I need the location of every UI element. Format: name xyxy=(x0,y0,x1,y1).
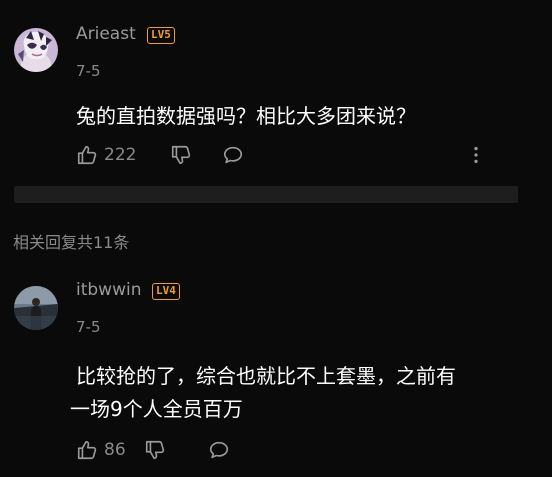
comment-text-line: 一场9个人全员百万 xyxy=(70,397,243,421)
section-divider xyxy=(14,186,518,203)
comment-bubble-icon xyxy=(222,144,244,166)
username[interactable]: Arieast xyxy=(76,24,136,44)
comment-bubble-icon xyxy=(208,439,230,461)
reply-item: itbwwin LV4 7-5 比较抢的了，综合也就比不上套墨，之前有 一场9个… xyxy=(0,270,552,477)
like-count: 222 xyxy=(104,145,137,165)
avatar[interactable] xyxy=(14,286,58,330)
comment-actions: 86 xyxy=(76,437,276,463)
more-vertical-icon xyxy=(466,144,486,166)
username[interactable]: itbwwin xyxy=(76,280,142,300)
comment-date: 7-5 xyxy=(76,62,101,80)
comment-item: Arieast LV5 7-5 兔的直拍数据强吗？相比大多团来说？ 222 xyxy=(0,0,552,186)
thumbs-up-icon xyxy=(76,144,98,166)
reply-button[interactable] xyxy=(208,437,230,463)
replies-header[interactable]: 相关回复共11条 xyxy=(13,229,129,253)
thumbs-up-icon xyxy=(76,439,98,461)
comment-date: 7-5 xyxy=(76,318,101,336)
avatar[interactable] xyxy=(14,28,58,72)
like-button[interactable]: 222 xyxy=(76,142,136,168)
comment-thread: Arieast LV5 7-5 兔的直拍数据强吗？相比大多团来说？ 222 相关… xyxy=(0,0,552,477)
thumbs-down-icon xyxy=(170,144,192,166)
dislike-button[interactable] xyxy=(144,437,166,463)
comment-text: 比较抢的了，综合也就比不上套墨，之前有 一场9个人全员百万 xyxy=(70,360,532,426)
dislike-button[interactable] xyxy=(170,142,192,168)
level-badge: LV4 xyxy=(152,283,180,300)
like-button[interactable]: 86 xyxy=(76,437,126,463)
level-badge: LV5 xyxy=(147,27,175,44)
like-count: 86 xyxy=(104,440,126,460)
comment-text: 兔的直拍数据强吗？相比大多团来说？ xyxy=(76,104,416,128)
comment-text-line: 比较抢的了，综合也就比不上套墨，之前有 xyxy=(76,364,456,388)
comment-actions: 222 xyxy=(76,142,496,168)
thumbs-down-icon xyxy=(144,439,166,461)
reply-button[interactable] xyxy=(222,142,244,168)
